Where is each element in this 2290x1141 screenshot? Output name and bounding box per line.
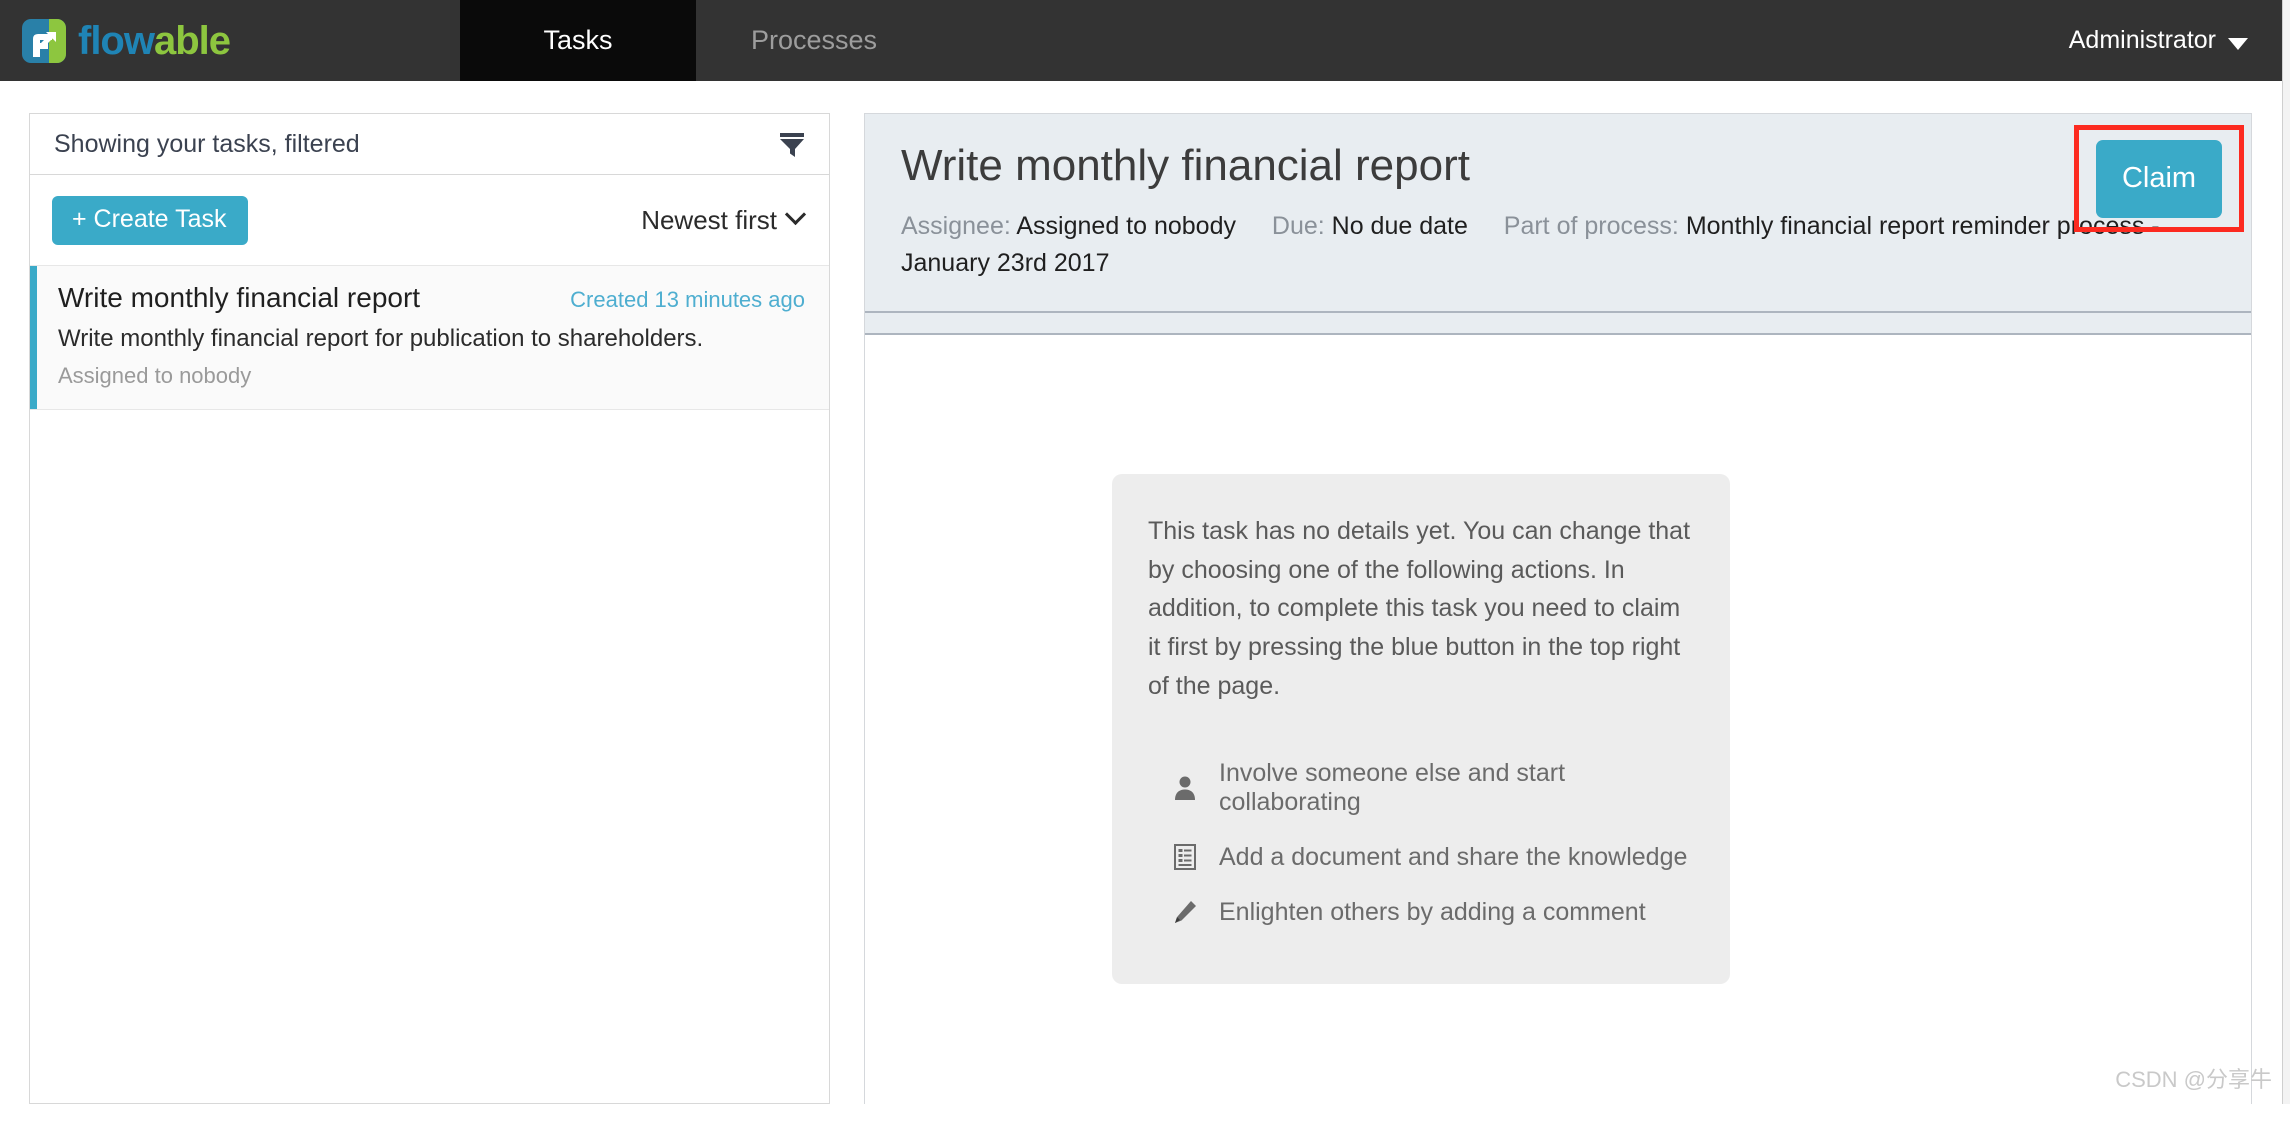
task-item-description: Write monthly financial report for publi… bbox=[58, 325, 805, 353]
task-detail-header: Write monthly financial report Assignee:… bbox=[865, 114, 2251, 313]
tab-tasks-label: Tasks bbox=[543, 25, 612, 56]
due-value: No due date bbox=[1332, 212, 1468, 240]
task-list-column: Showing your tasks, filtered + Create Ta… bbox=[29, 113, 830, 1104]
sort-order-label: Newest first bbox=[641, 205, 777, 236]
claim-button-highlight: Claim bbox=[2074, 125, 2244, 232]
action-add-comment-label: Enlighten others by adding a comment bbox=[1219, 898, 1646, 927]
action-add-comment[interactable]: Enlighten others by adding a comment bbox=[1148, 885, 1694, 940]
empty-state-actions: Involve someone else and start collabora… bbox=[1148, 746, 1694, 940]
task-item-header: Write monthly financial report Created 1… bbox=[58, 282, 805, 314]
filter-funnel-icon[interactable] bbox=[777, 129, 807, 159]
action-add-document[interactable]: Add a document and share the knowledge bbox=[1148, 830, 1694, 885]
task-detail-title: Write monthly financial report bbox=[901, 142, 2215, 190]
watermark: CSDN @分享牛 bbox=[2115, 1062, 2272, 1094]
brand-text-green: able bbox=[154, 19, 230, 63]
task-item-created: Created 13 minutes ago bbox=[570, 287, 805, 313]
nav-tabs: Tasks Processes bbox=[460, 0, 932, 81]
task-detail-panel: Write monthly financial report Assignee:… bbox=[864, 113, 2252, 1104]
action-involve-people-label: Involve someone else and start collabora… bbox=[1219, 759, 1694, 817]
sort-order-dropdown[interactable]: Newest first bbox=[641, 205, 803, 236]
task-detail-meta: Assignee: Assigned to nobody Due: No due… bbox=[901, 208, 2215, 281]
tab-processes[interactable]: Processes bbox=[696, 0, 932, 81]
user-menu-label: Administrator bbox=[2069, 26, 2216, 55]
brand-logo[interactable]: flowable bbox=[0, 0, 460, 81]
top-navigation-bar: flowable Tasks Processes Administrator bbox=[0, 0, 2282, 81]
process-label: Part of process: bbox=[1504, 212, 1679, 240]
browser-right-edge bbox=[2282, 0, 2290, 1104]
brand-wordmark: flowable bbox=[78, 19, 230, 63]
empty-state-text: This task has no details yet. You can ch… bbox=[1148, 512, 1694, 706]
task-list-toolbar: + Create Task Newest first bbox=[30, 175, 829, 265]
action-add-document-label: Add a document and share the knowledge bbox=[1219, 843, 1687, 872]
brand-text-blue: flow bbox=[78, 19, 154, 63]
assignee-value: Assigned to nobody bbox=[1016, 212, 1236, 240]
tab-tasks[interactable]: Tasks bbox=[460, 0, 696, 81]
filter-status-label: Showing your tasks, filtered bbox=[54, 130, 360, 159]
task-detail-body: This task has no details yet. You can ch… bbox=[865, 335, 2251, 1141]
task-item-title: Write monthly financial report bbox=[58, 282, 420, 314]
user-icon bbox=[1172, 774, 1198, 802]
chevron-down-icon bbox=[2228, 38, 2248, 50]
pencil-icon bbox=[1172, 898, 1198, 926]
document-icon bbox=[1172, 843, 1198, 871]
claim-button[interactable]: Claim bbox=[2096, 140, 2222, 218]
flowable-arrow-logo bbox=[22, 19, 66, 63]
task-item-assignee: Assigned to nobody bbox=[58, 363, 805, 389]
task-filter-bar: Showing your tasks, filtered bbox=[29, 113, 830, 175]
tab-processes-label: Processes bbox=[751, 25, 877, 56]
page-body: Showing your tasks, filtered + Create Ta… bbox=[0, 81, 2282, 1104]
assignee-label: Assignee: bbox=[901, 212, 1011, 240]
user-menu[interactable]: Administrator bbox=[2069, 0, 2282, 81]
empty-state-card: This task has no details yet. You can ch… bbox=[1112, 474, 1730, 984]
create-task-button[interactable]: + Create Task bbox=[52, 196, 248, 245]
due-label: Due: bbox=[1272, 212, 1325, 240]
task-list-panel: + Create Task Newest first Write monthly… bbox=[29, 175, 830, 1104]
chevron-down-icon bbox=[785, 203, 806, 224]
task-list-item[interactable]: Write monthly financial report Created 1… bbox=[30, 265, 829, 410]
action-involve-people[interactable]: Involve someone else and start collabora… bbox=[1148, 746, 1694, 830]
